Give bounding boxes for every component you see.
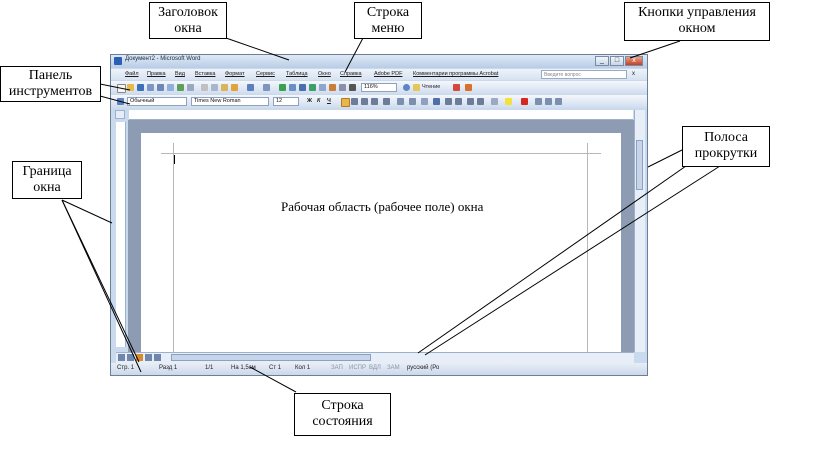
leader-toolbar-2 — [99, 95, 131, 105]
leader-scroll-3 — [424, 165, 721, 356]
leader-status-bar — [249, 366, 297, 393]
callout-toolbars: Панель инструментов — [0, 66, 101, 102]
leader-toolbar-1 — [99, 83, 131, 91]
callout-leader-lines — [61, 37, 721, 393]
callout-window-border: Граница окна — [12, 161, 82, 199]
leader-border-1 — [61, 199, 113, 224]
leader-border-3 — [61, 199, 142, 373]
callout-title-bar: Заголовок окна — [149, 2, 227, 39]
leader-title-bar — [225, 37, 290, 61]
leader-menu-bar — [344, 37, 364, 73]
callout-window-controls: Кнопки управления окном — [624, 2, 770, 41]
leader-scroll-1 — [647, 149, 683, 168]
leader-scroll-2 — [417, 165, 687, 354]
callout-scrollbar: Полоса прокрутки — [682, 126, 770, 167]
leader-window-controls — [629, 40, 681, 59]
callout-menu-bar: Строка меню — [354, 2, 422, 39]
callout-status-bar: Строка состояния — [294, 393, 391, 436]
